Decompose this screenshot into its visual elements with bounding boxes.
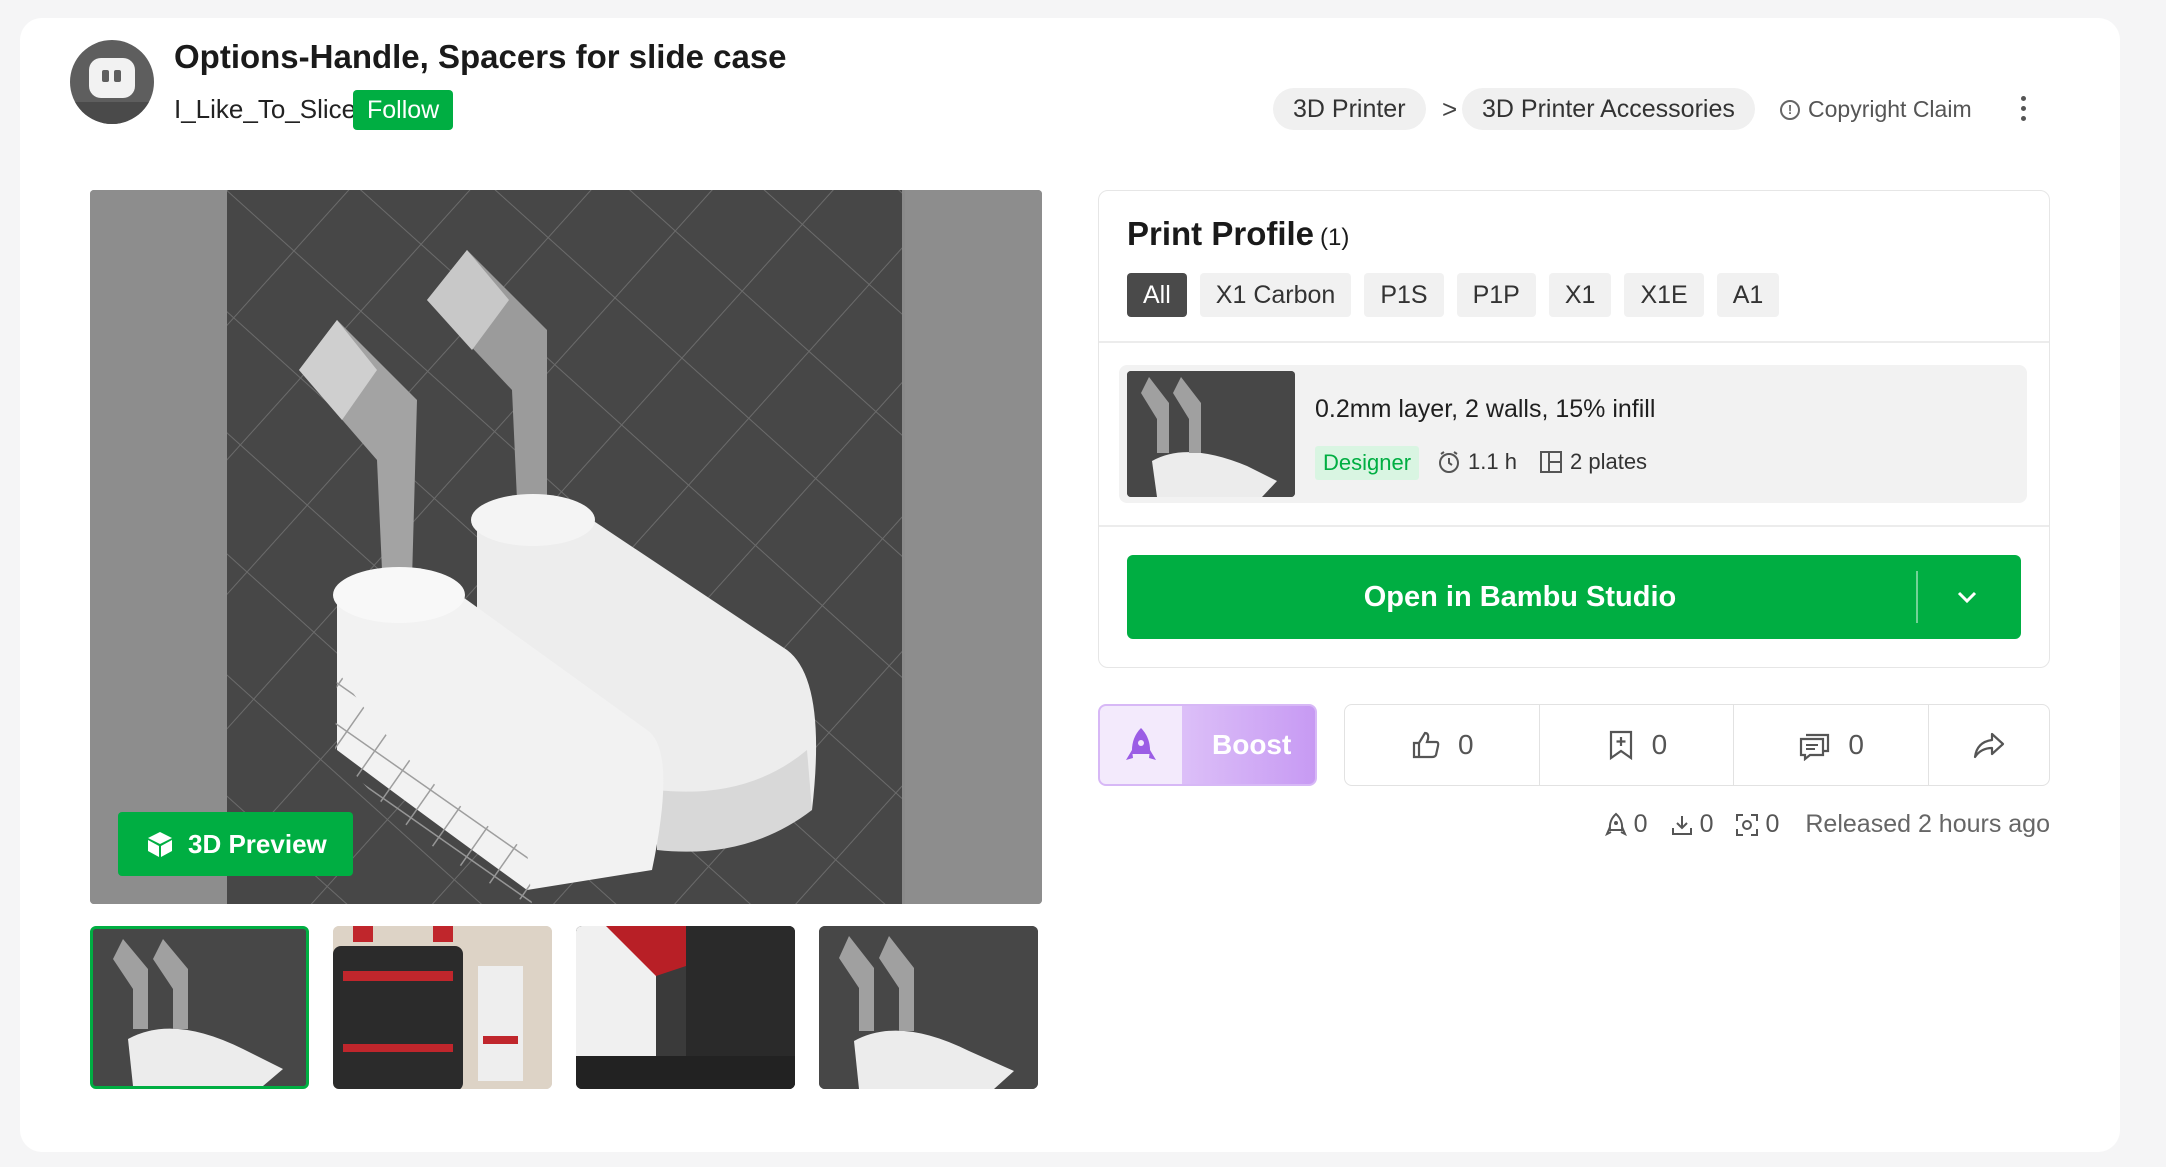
3d-preview-label: 3D Preview (188, 828, 327, 859)
print-stat: 0 (1735, 810, 1779, 839)
thumbnail-model-render[interactable] (90, 926, 309, 1089)
breadcrumb-3d-printer[interactable]: 3D Printer (1273, 88, 1426, 130)
collect-count: 0 (1651, 729, 1668, 760)
thumbnail-model-render-2[interactable] (819, 926, 1038, 1089)
released-time: Released 2 hours ago (1805, 810, 2050, 838)
filter-p1s[interactable]: P1S (1364, 273, 1444, 317)
clock-icon (1439, 451, 1459, 473)
3d-preview-button[interactable]: 3D Preview (118, 812, 353, 876)
boost-label: Boost (1212, 729, 1292, 760)
copyright-claim-link[interactable]: ! Copyright Claim (1780, 96, 1972, 123)
print-time: 1.1 h (1437, 449, 1517, 475)
open-in-bambu-studio-button[interactable]: Open in Bambu Studio (1127, 555, 2021, 639)
like-button[interactable]: 0 (1345, 705, 1540, 785)
rocket-icon (1126, 728, 1156, 760)
author-name[interactable]: I_Like_To_Slice (174, 94, 356, 125)
filter-a1[interactable]: A1 (1716, 273, 1780, 317)
model-image-viewer[interactable]: 3D Preview (90, 190, 1042, 904)
model-stats: 0 0 0 Released 2 hours ago (1604, 810, 2050, 839)
print-profile-title: Print Profile (1) (1127, 215, 1350, 252)
designer-badge: Designer (1315, 446, 1420, 480)
thumbnail-case-closeup[interactable] (576, 926, 795, 1089)
plates-icon (1540, 451, 1562, 473)
cube-icon (148, 832, 172, 857)
rocket-icon (1604, 812, 1627, 836)
gallery-thumbnails (90, 926, 1038, 1089)
open-in-bambu-studio-label: Open in Bambu Studio (1363, 581, 1677, 613)
like-count: 0 (1458, 729, 1474, 760)
printer-filter-tabs: All X1 Carbon P1S P1P X1 X1E A1 (1127, 273, 1780, 317)
filter-x1-carbon[interactable]: X1 Carbon (1199, 273, 1352, 317)
filter-all[interactable]: All (1127, 273, 1187, 317)
filter-x1[interactable]: X1 (1548, 273, 1612, 317)
copyright-claim-label: Copyright Claim (1808, 96, 1972, 122)
share-button[interactable] (1929, 705, 2049, 785)
breadcrumb-separator: > (1442, 94, 1458, 124)
follow-button[interactable]: Follow (353, 90, 454, 130)
download-stat: 0 (1670, 810, 1713, 839)
bot-avatar-icon (89, 58, 135, 98)
print-profile-panel: Print Profile (1) All X1 Carbon P1S P1P X… (1098, 190, 2050, 668)
boost-stat: 0 (1604, 810, 1648, 839)
collect-button[interactable]: 0 (1540, 705, 1735, 785)
print-profile-count: (1) (1320, 224, 1350, 251)
page-title: Options-Handle, Spacers for slide case (174, 38, 787, 75)
profile-name: 0.2mm layer, 2 walls, 15% infill (1315, 395, 1656, 423)
share-icon (1973, 732, 2005, 759)
bookmark-add-icon (1609, 730, 1632, 761)
boost-button[interactable]: Boost (1098, 704, 1317, 786)
filter-p1p[interactable]: P1P (1456, 273, 1536, 317)
model-render-image (227, 190, 902, 904)
breadcrumb-3d-printer-accessories[interactable]: 3D Printer Accessories (1462, 88, 1755, 130)
profile-card[interactable]: 0.2mm layer, 2 walls, 15% infill Designe… (1119, 365, 2027, 503)
print-scan-icon (1736, 813, 1759, 836)
thumbs-up-icon (1412, 731, 1440, 759)
comment-icon (1800, 733, 1830, 761)
info-icon: ! (1780, 99, 1800, 120)
plate-count: 2 plates (1539, 449, 1647, 475)
download-icon (1671, 815, 1692, 835)
thumbnail-case-photo[interactable] (333, 926, 552, 1089)
engagement-actions: 0 0 0 (1344, 704, 2050, 786)
author-avatar[interactable] (70, 40, 154, 124)
comment-button[interactable]: 0 (1734, 705, 1929, 785)
chevron-down-icon[interactable] (1947, 577, 1987, 617)
more-options-icon[interactable] (2018, 96, 2028, 126)
filter-x1e[interactable]: X1E (1624, 273, 1704, 317)
profile-thumbnail (1127, 371, 1295, 497)
comment-count: 0 (1848, 729, 1864, 760)
